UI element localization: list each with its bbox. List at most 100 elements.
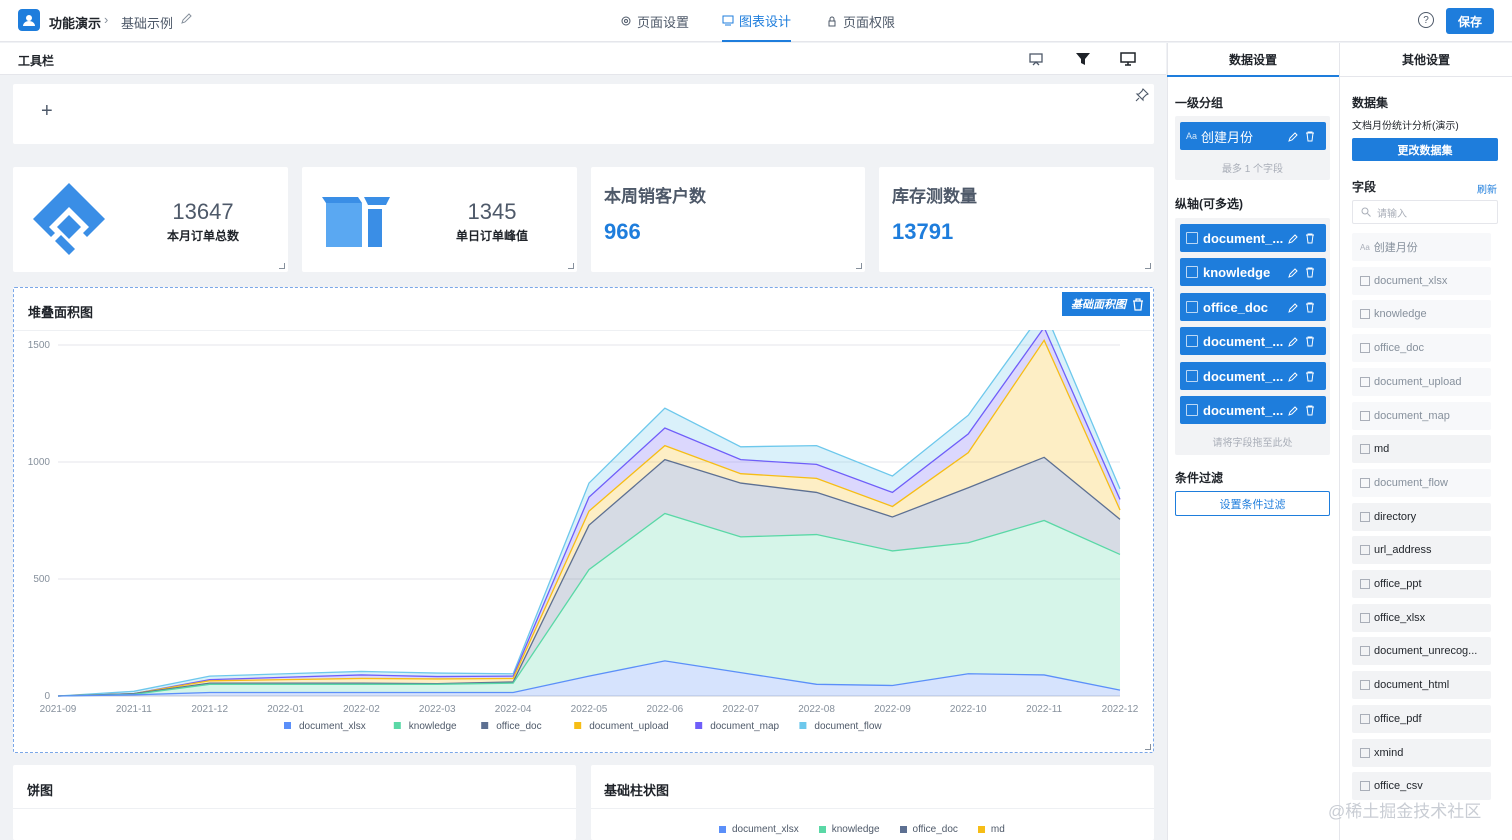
field-name: directory	[1374, 510, 1417, 523]
chip-label: office_doc	[1203, 299, 1269, 315]
edit-icon[interactable]	[1288, 131, 1299, 142]
yaxis-field-chip[interactable]: document_...	[1180, 362, 1326, 390]
trash-icon[interactable]	[1132, 297, 1144, 311]
app-title[interactable]: 功能演示	[49, 13, 101, 32]
field-item[interactable]: document_html	[1352, 671, 1491, 700]
pie-chart-card[interactable]: 饼图	[13, 765, 576, 840]
chip-actions	[1288, 302, 1320, 313]
chip-label: document_...	[1203, 368, 1284, 384]
edit-icon[interactable]	[1288, 267, 1299, 278]
field-item[interactable]: document_flow	[1352, 468, 1491, 497]
group-hint: 最多 1 个字段	[1221, 164, 1284, 175]
resize-handle[interactable]	[1145, 263, 1151, 269]
edit-icon[interactable]	[1288, 336, 1299, 347]
yaxis-field-chip[interactable]: office_doc	[1180, 293, 1326, 321]
yaxis-field-chip[interactable]: document_...	[1180, 224, 1326, 252]
field-item[interactable]: office_xlsx	[1352, 603, 1491, 632]
legend-item[interactable]: document_xlsx	[719, 824, 799, 835]
y-tick-label: 500	[33, 574, 50, 585]
legend-item[interactable]: office_doc	[899, 824, 958, 835]
field-name: office_ppt	[1374, 578, 1422, 590]
number-type-icon	[1360, 376, 1370, 387]
field-item[interactable]: xmind	[1352, 738, 1491, 767]
stat-card-daily-peak[interactable]: 1345 单日订单峰值	[302, 167, 577, 272]
field-item[interactable]: Aa 创建月份	[1352, 233, 1491, 261]
edit-icon[interactable]	[1288, 405, 1299, 416]
stat-label: 本月订单总数	[166, 229, 239, 243]
field-name: knowledge	[1374, 308, 1427, 321]
resize-handle[interactable]	[279, 263, 285, 269]
trash-icon[interactable]	[1305, 371, 1315, 382]
chip-actions	[1288, 371, 1320, 382]
edit-icon[interactable]	[1288, 233, 1299, 244]
stat-card-monthly-orders[interactable]: 13647 本月订单总数	[13, 167, 288, 272]
tab-chart-design[interactable]: 图表设计	[722, 0, 792, 42]
resize-handle[interactable]	[568, 263, 574, 269]
tab-other-settings[interactable]: 其他设置	[1340, 43, 1512, 77]
help-icon[interactable]: ?	[1418, 12, 1434, 28]
save-button[interactable]: 保存	[1446, 8, 1494, 34]
group-field-chip[interactable]: Aa 创建月份	[1180, 122, 1326, 150]
stat-label: 单日订单峰值	[455, 229, 528, 243]
chip-actions	[1288, 267, 1320, 278]
badge-label: 基础面积图	[1071, 299, 1126, 311]
bar-chart-card[interactable]: 基础柱状图 document_xlsx knowledge office_doc…	[591, 765, 1154, 840]
yaxis-field-chip[interactable]: document_...	[1180, 396, 1326, 424]
pin-icon[interactable]	[1135, 88, 1149, 102]
field-name: document_xlsx	[1374, 274, 1448, 287]
search-input[interactable]: 请输入	[1377, 205, 1407, 220]
presentation-icon[interactable]	[1028, 51, 1044, 67]
refresh-link[interactable]: 刷新	[1477, 181, 1497, 196]
x-tick-label: 2022-05	[571, 704, 608, 715]
edit-icon[interactable]	[1288, 371, 1299, 382]
x-tick-label: 2022-02	[343, 704, 380, 715]
filter-icon[interactable]	[1075, 51, 1091, 67]
field-search[interactable]: 请输入	[1352, 200, 1498, 224]
x-tick-label: 2021-12	[191, 704, 228, 715]
field-item[interactable]: md	[1352, 435, 1491, 464]
chart-type-badge[interactable]: 基础面积图	[1062, 292, 1150, 316]
field-item[interactable]: document_upload	[1352, 367, 1491, 396]
field-item[interactable]: url_address	[1352, 536, 1491, 565]
field-item[interactable]: office_csv	[1352, 772, 1491, 801]
add-icon[interactable]: +	[41, 100, 53, 123]
change-dataset-button[interactable]: 更改数据集	[1352, 138, 1498, 161]
resize-handle[interactable]	[856, 263, 862, 269]
yaxis-field-chip[interactable]: document_...	[1180, 327, 1326, 355]
number-type-icon	[1360, 781, 1370, 792]
yaxis-field-chip[interactable]: knowledge	[1180, 258, 1326, 286]
legend-item[interactable]: md	[977, 824, 1005, 835]
trash-icon[interactable]	[1305, 302, 1315, 313]
chip-actions	[1288, 233, 1320, 244]
set-filter-button[interactable]: 设置条件过滤	[1175, 491, 1330, 516]
chevron-right-icon: ›	[104, 12, 109, 27]
desktop-icon[interactable]	[1120, 51, 1136, 67]
tab-data-settings[interactable]: 数据设置	[1167, 43, 1339, 77]
trash-icon[interactable]	[1305, 131, 1315, 142]
trash-icon[interactable]	[1305, 405, 1315, 416]
edit-icon[interactable]	[1288, 302, 1299, 313]
kpi-card-weekly-customers[interactable]: 本周销客户数 966	[591, 167, 865, 272]
field-item[interactable]: document_unrecog...	[1352, 637, 1491, 666]
trash-icon[interactable]	[1305, 336, 1315, 347]
tab-page-permissions[interactable]: 页面权限	[826, 0, 895, 42]
trash-icon[interactable]	[1305, 233, 1315, 244]
legend-swatch	[481, 722, 489, 729]
edit-icon[interactable]	[180, 13, 192, 25]
tab-page-settings[interactable]: 页面设置	[620, 0, 689, 42]
kpi-card-inventory[interactable]: 库存测数量 13791	[879, 167, 1154, 272]
number-type-icon	[1186, 404, 1198, 416]
field-item[interactable]: document_map	[1352, 401, 1491, 430]
field-item[interactable]: directory	[1352, 502, 1491, 531]
field-item[interactable]: office_pdf	[1352, 704, 1491, 733]
field-item[interactable]: office_ppt	[1352, 570, 1491, 598]
toolbar: 工具栏	[0, 43, 1166, 75]
number-type-icon	[1360, 713, 1370, 724]
user-icon	[23, 15, 35, 26]
field-item[interactable]: document_xlsx	[1352, 266, 1491, 295]
field-item[interactable]: office_doc	[1352, 334, 1491, 363]
trash-icon[interactable]	[1305, 267, 1315, 278]
legend-item[interactable]: knowledge	[818, 824, 880, 835]
field-item[interactable]: knowledge	[1352, 300, 1491, 329]
number-type-icon	[1360, 309, 1370, 320]
